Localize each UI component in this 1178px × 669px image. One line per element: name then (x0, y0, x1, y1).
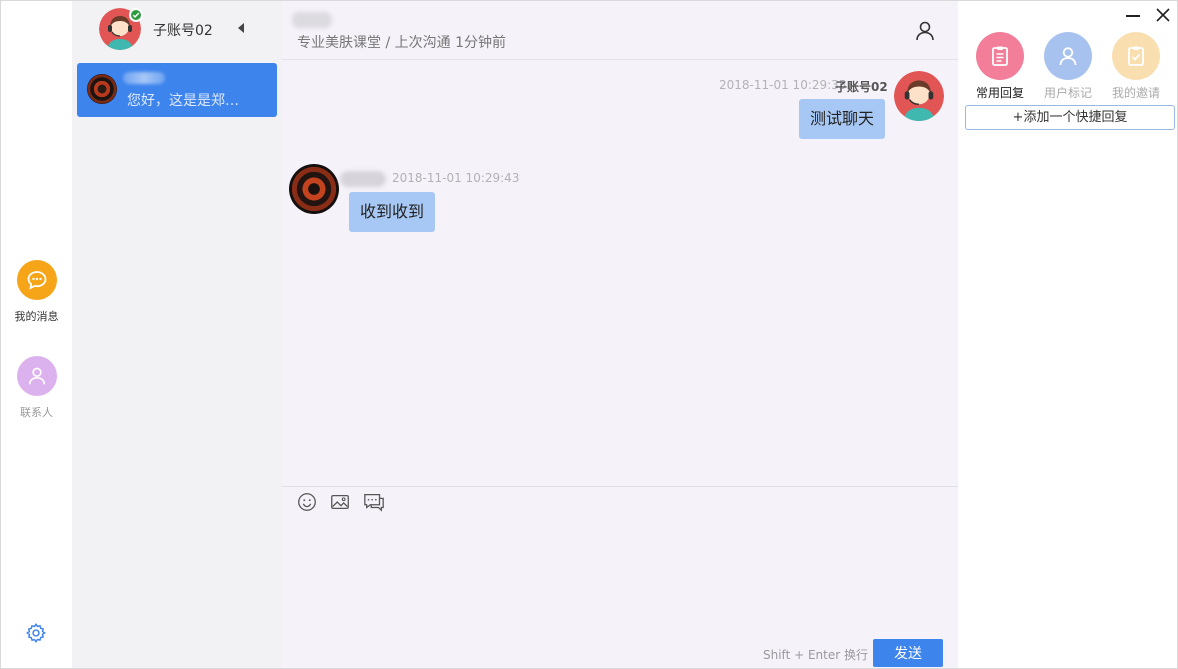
chat-area: 专业美肤课堂 / 上次沟通 1分钟前 2018-11-01 10:29:35 子… (282, 1, 958, 668)
tab-user-tags[interactable]: 用户标记 (1036, 32, 1100, 101)
nav-rail: 我的消息 联系人 (1, 1, 72, 668)
chat-window: 我的消息 联系人 子账号02 您好，这是是郑… 专业美肤课堂 / 上次沟通 1分… (0, 0, 1178, 669)
send-shortcut-hint: Shift + Enter 换行 (763, 648, 868, 662)
minimize-icon[interactable] (1126, 15, 1140, 17)
add-quick-reply-button[interactable]: +添加一个快捷回复 (965, 105, 1175, 130)
tab-my-invitations[interactable]: 我的邀请 (1104, 32, 1168, 101)
conversation-avatar (87, 74, 117, 104)
my-message-avatar (894, 71, 944, 121)
nav-contacts-label: 联系人 (20, 406, 53, 419)
tab-my-invitations-label: 我的邀请 (1111, 86, 1160, 100)
tab-common-replies-label: 常用回复 (975, 86, 1024, 100)
my-account-name: 子账号02 (153, 23, 213, 39)
message-sender: 子账号02 (835, 80, 888, 94)
tab-common-replies[interactable]: 常用回复 (968, 32, 1032, 101)
chat-header: 专业美肤课堂 / 上次沟通 1分钟前 (282, 1, 958, 60)
conversation-list-panel: 子账号02 您好，这是是郑… (72, 1, 282, 668)
contact-message-avatar (289, 164, 339, 214)
quick-reply-icon[interactable] (362, 491, 384, 513)
right-side-panel: 常用回复 用户标记 我的邀请 +添加一个快捷回复 (958, 1, 1177, 668)
nav-contacts[interactable]: 联系人 (1, 356, 72, 420)
contact-person-icon (16, 356, 57, 396)
nav-my-messages-label: 我的消息 (14, 310, 59, 323)
image-icon[interactable] (329, 491, 351, 513)
clipboard-icon (976, 32, 1024, 80)
emoji-icon[interactable] (296, 491, 318, 513)
gear-icon[interactable] (25, 622, 47, 644)
online-status-icon (129, 8, 143, 22)
conversation-item[interactable]: 您好，这是是郑… (77, 63, 277, 117)
conversation-preview: 您好，这是是郑… (127, 93, 239, 109)
invite-check-icon (1112, 32, 1160, 80)
collapse-panel-icon[interactable] (238, 23, 244, 33)
message-bubble-outgoing: 测试聊天 (798, 99, 885, 139)
conversation-name-redacted (123, 72, 165, 84)
message-bubble-incoming: 收到收到 (349, 192, 436, 232)
chat-subtitle: 专业美肤课堂 / 上次沟通 1分钟前 (297, 35, 506, 51)
tab-user-tags-label: 用户标记 (1043, 86, 1092, 100)
user-profile-icon[interactable] (913, 19, 937, 43)
chat-contact-name-redacted (292, 12, 332, 28)
close-icon[interactable] (1155, 7, 1171, 23)
send-button[interactable]: 发送 (873, 639, 943, 667)
message-time: 2018-11-01 10:29:35 (719, 78, 847, 92)
message-sender-redacted (340, 171, 386, 187)
current-user-bar: 子账号02 (72, 1, 282, 57)
message-input-area[interactable]: Shift + Enter 换行 发送 (282, 486, 958, 668)
chat-bubble-icon (16, 260, 57, 300)
nav-my-messages[interactable]: 我的消息 (1, 260, 72, 324)
message-time: 2018-11-01 10:29:43 (392, 171, 520, 185)
user-tag-icon (1044, 32, 1092, 80)
